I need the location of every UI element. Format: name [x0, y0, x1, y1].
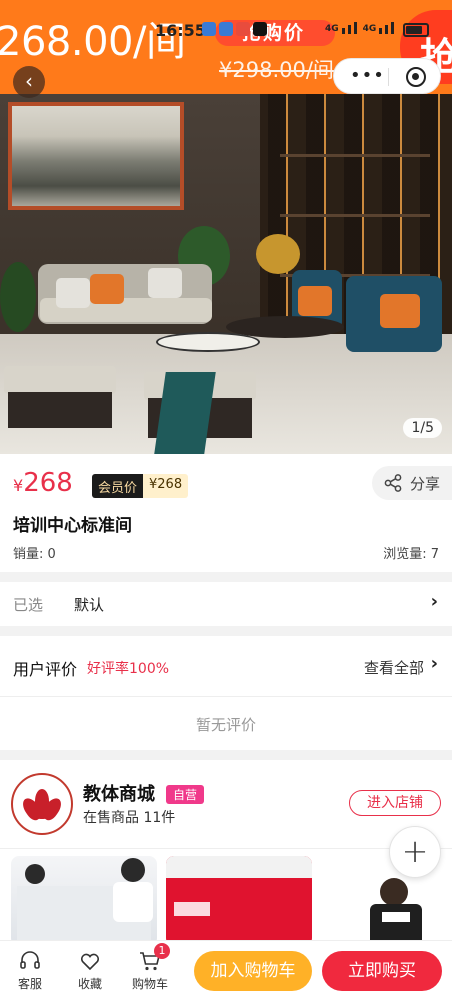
miniprogram-capsule: •••	[333, 58, 441, 94]
currency-symbol: ¥	[13, 476, 24, 495]
photo-plant	[0, 262, 36, 332]
signal-bar-icon	[391, 22, 395, 34]
photo-flowers	[256, 234, 300, 274]
battery-icon	[403, 23, 429, 37]
share-icon	[384, 474, 402, 492]
logo-petal	[35, 809, 49, 819]
cart-label: 购物车	[131, 977, 168, 991]
photo-cushion	[56, 278, 90, 308]
more-menu-icon[interactable]: •••	[350, 65, 385, 86]
thumb-person-head	[380, 878, 408, 906]
headset-icon	[20, 951, 40, 969]
divider	[0, 848, 452, 849]
product-title: 培训中心标准间	[13, 516, 132, 536]
cart-tab[interactable]: 购物车 1	[124, 943, 176, 992]
member-price-label: 会员价	[92, 474, 144, 498]
photo-cushion	[90, 274, 124, 304]
thumb-jacket-stripe	[382, 912, 410, 922]
chevron-left-icon: ‹	[25, 69, 33, 93]
spec-selection-value: 默认	[74, 596, 105, 614]
thumb-card-header	[166, 856, 312, 878]
favorite-tab[interactable]: 收藏	[64, 949, 116, 992]
buy-now-button[interactable]: 立即购买	[322, 951, 442, 991]
self-operated-badge: 自营	[166, 785, 205, 804]
favorite-label: 收藏	[77, 977, 102, 991]
spec-selection-row[interactable]: 已选 默认 ›	[0, 582, 452, 626]
photo-cushion	[380, 294, 420, 328]
thumb-person-body	[113, 882, 153, 922]
add-floating-button[interactable]: +	[389, 826, 441, 878]
store-name[interactable]: 教体商城	[83, 780, 155, 806]
product-image[interactable]	[0, 94, 452, 454]
thumb-person	[25, 864, 45, 884]
photo-shelf	[280, 154, 430, 157]
network-label: 4G	[325, 24, 339, 34]
store-product-thumbnail[interactable]	[11, 856, 157, 946]
photo-painting	[8, 102, 184, 210]
alipay-icon	[219, 22, 233, 36]
divider	[0, 696, 452, 697]
view-count: 浏览量: 7	[383, 547, 439, 562]
product-info-card: ¥268 会员价 ¥268 分享 培训中心标准间 销量: 0 浏览量: 7	[0, 454, 452, 572]
status-time: 16:55	[155, 21, 206, 40]
heart-icon	[80, 953, 100, 971]
product-price: ¥268	[13, 468, 73, 498]
app-notification-icon	[253, 22, 267, 36]
signal-bar-icon	[347, 25, 351, 34]
add-to-cart-button[interactable]: 加入购物车	[194, 951, 312, 991]
photo-side-table	[156, 332, 260, 352]
photo-ottoman	[4, 366, 116, 394]
signal-bar-icon	[341, 28, 345, 34]
chevron-right-icon: ›	[430, 591, 438, 612]
photo-shelf	[280, 214, 430, 217]
price-value: 268	[23, 468, 73, 498]
cart-count-badge: 1	[154, 943, 170, 959]
back-button[interactable]: ‹	[13, 66, 45, 98]
store-logo[interactable]	[11, 773, 73, 835]
signal-bar-icon	[385, 25, 389, 34]
network-label: 4G	[362, 24, 377, 34]
view-all-reviews-link[interactable]: 查看全部	[364, 657, 424, 678]
store-on-sale-count: 在售商品 11件	[83, 810, 176, 826]
capsule-divider	[388, 68, 389, 86]
customer-service-label: 客服	[17, 977, 42, 991]
member-price-value: ¥268	[143, 474, 189, 498]
signal-bar-icon	[379, 28, 383, 34]
product-detail-page: 268.00/间 抢购价 ¥298.00/间 抢 16:55 4G 4G ‹ •…	[0, 0, 452, 1000]
share-button[interactable]: 分享	[372, 466, 452, 500]
status-app-icons	[202, 22, 267, 40]
bottom-action-bar: 客服 收藏 购物车 1 加入购物车 立即购买	[0, 940, 452, 1000]
close-miniprogram-icon[interactable]	[406, 67, 426, 87]
chat-app-icon	[202, 22, 216, 36]
no-reviews-text: 暂无评价	[195, 716, 256, 734]
photo-ottoman-base	[8, 392, 112, 428]
reviews-section: 用户评价 好评率100% 查看全部 › 暂无评价	[0, 636, 452, 750]
customer-service-tab[interactable]: 客服	[4, 949, 56, 992]
sales-count: 销量: 0	[13, 547, 56, 562]
store-product-thumbnail[interactable]	[166, 856, 312, 946]
spec-selection-label: 已选	[13, 596, 44, 614]
reviews-header: 用户评价	[13, 660, 78, 679]
image-counter: 1/5	[403, 418, 442, 438]
chevron-right-icon[interactable]: ›	[431, 653, 438, 674]
banner-original-price: ¥298.00/间	[219, 58, 334, 82]
member-price-badge: 会员价 ¥268	[92, 474, 189, 498]
enter-store-button[interactable]: 进入店铺	[349, 790, 441, 816]
app-notification-icon	[236, 22, 250, 36]
thumb-card-logo	[174, 902, 210, 916]
positive-rate: 好评率100%	[87, 661, 170, 677]
share-label: 分享	[410, 474, 441, 493]
status-signal-group: 4G 4G	[325, 22, 395, 34]
photo-cushion	[148, 268, 182, 298]
thumb-person	[121, 858, 145, 882]
signal-bar-icon	[353, 22, 357, 34]
photo-cushion	[298, 286, 332, 316]
